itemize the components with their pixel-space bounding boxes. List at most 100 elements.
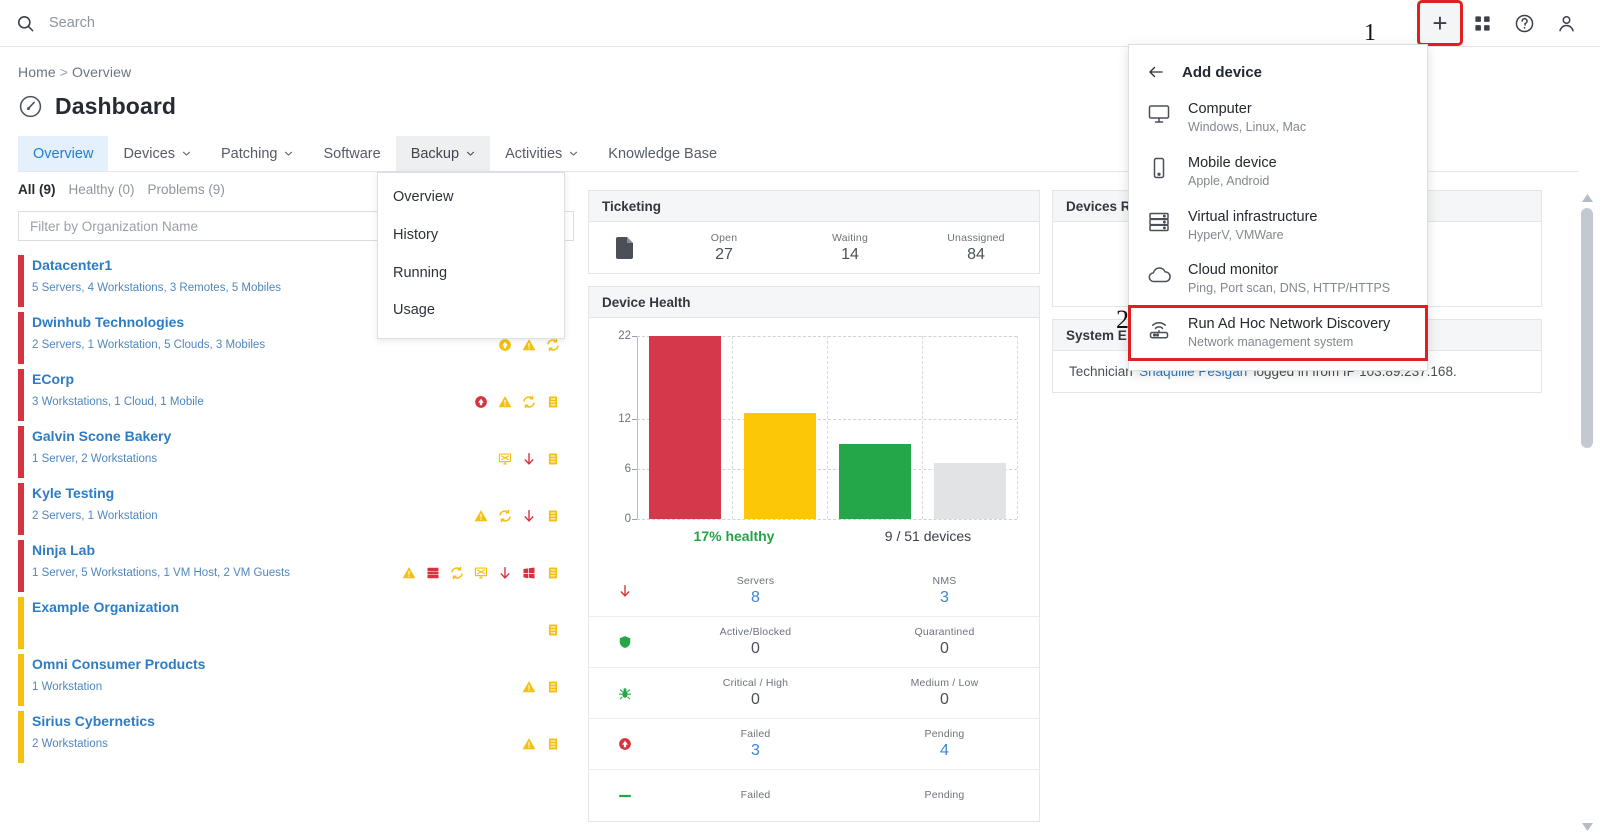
note-yellow-icon[interactable] — [546, 680, 560, 694]
org-health-bar — [18, 711, 24, 763]
backup-menu-item-running[interactable]: Running — [378, 255, 564, 293]
monitor-off-yellow-icon[interactable] — [474, 566, 488, 580]
page-scrollbar[interactable] — [1578, 190, 1596, 835]
global-search[interactable] — [0, 0, 1420, 46]
stat-value[interactable]: 3 — [661, 742, 850, 760]
scrollbar-thumb[interactable] — [1581, 208, 1593, 448]
stat-value: 14 — [787, 246, 913, 264]
user-account-icon — [1556, 13, 1577, 34]
sync-yellow-icon[interactable] — [546, 338, 560, 352]
chip-healthy[interactable]: Healthy (0) — [69, 182, 135, 197]
down-arrow-red-icon[interactable] — [498, 566, 512, 580]
chart-bar[interactable] — [649, 336, 721, 519]
chart-bar[interactable] — [744, 413, 816, 519]
tab-activities[interactable]: Activities — [490, 136, 593, 171]
gauge-icon — [18, 94, 43, 119]
note-yellow-icon[interactable] — [546, 566, 560, 580]
stat-value[interactable]: 3 — [850, 589, 1039, 607]
chevron-down-icon — [284, 149, 293, 158]
breadcrumb-home[interactable]: Home — [18, 64, 56, 80]
organization-row[interactable]: Galvin Scone Bakery 1 Server, 2 Workstati… — [18, 424, 574, 481]
warning-yellow-icon[interactable] — [522, 737, 536, 751]
add-device-option-virtual-infrastructure[interactable]: Virtual infrastructureHyperV, VMWare — [1129, 199, 1427, 253]
org-health-bar — [18, 312, 24, 364]
organization-status-icons — [522, 680, 574, 694]
warning-yellow-icon[interactable] — [522, 680, 536, 694]
tab-knowledge-base[interactable]: Knowledge Base — [593, 136, 732, 171]
chart-bar[interactable] — [934, 463, 1006, 519]
organization-row[interactable]: Example Organization — [18, 595, 574, 652]
tab-overview[interactable]: Overview — [18, 136, 108, 171]
organization-row[interactable]: Kyle Testing2 Servers, 1 Workstation — [18, 481, 574, 538]
stat-label: Servers — [661, 575, 850, 587]
note-yellow-icon[interactable] — [546, 395, 560, 409]
organization-row[interactable]: Sirius Cybernetics 2 Workstations — [18, 709, 574, 766]
organization-name[interactable]: Kyle Testing — [32, 481, 574, 505]
org-health-bar — [18, 540, 24, 592]
scrollbar-track[interactable] — [1581, 208, 1593, 448]
tab-devices[interactable]: Devices — [108, 136, 206, 171]
organization-name[interactable]: Sirius Cybernetics — [32, 709, 574, 733]
update-up-red-icon[interactable] — [474, 395, 488, 409]
warning-yellow-icon[interactable] — [474, 509, 488, 523]
apps-button[interactable] — [1462, 3, 1502, 43]
organization-name[interactable]: Example Organization — [32, 595, 574, 619]
tab-software[interactable]: Software — [308, 136, 395, 171]
chip-problems[interactable]: Problems (9) — [148, 182, 225, 197]
windows-red-icon[interactable] — [522, 566, 536, 580]
sync-yellow-icon[interactable] — [450, 566, 464, 580]
monitor-off-yellow-icon[interactable] — [498, 452, 512, 466]
add-device-option-computer[interactable]: ComputerWindows, Linux, Mac — [1129, 91, 1427, 145]
organization-row[interactable]: ECorp3 Workstations, 1 Cloud, 1 Mobile — [18, 367, 574, 424]
stat-value: 0 — [850, 691, 1039, 709]
chart-bar[interactable] — [839, 444, 911, 519]
warning-yellow-icon[interactable] — [402, 566, 416, 580]
down-arrow-red-icon[interactable] — [522, 452, 536, 466]
organization-device-summary: 2 Workstations — [32, 738, 108, 750]
stat-value[interactable]: 8 — [661, 589, 850, 607]
backup-menu-item-history[interactable]: History — [378, 217, 564, 255]
sync-yellow-icon[interactable] — [522, 395, 536, 409]
backup-menu-item-overview[interactable]: Overview — [378, 179, 564, 217]
stat-cell: Critical / High0 — [661, 677, 850, 709]
organization-meta-row: 2 Servers, 1 Workstation — [32, 505, 574, 527]
organization-name[interactable]: ECorp — [32, 367, 574, 391]
note-yellow-icon[interactable] — [546, 623, 560, 637]
tab-patching[interactable]: Patching — [206, 136, 308, 171]
down-arrow-red-icon[interactable] — [522, 509, 536, 523]
add-device-items: ComputerWindows, Linux, MacMobile device… — [1129, 91, 1427, 360]
organization-device-summary: 1 Server, 2 Workstations — [32, 453, 157, 465]
backup-menu-item-usage[interactable]: Usage — [378, 292, 564, 330]
organization-name[interactable]: Ninja Lab — [32, 538, 574, 562]
scroll-up-arrow-icon[interactable] — [1578, 190, 1596, 206]
organization-name[interactable]: Galvin Scone Bakery — [32, 424, 574, 448]
warning-yellow-icon[interactable] — [522, 338, 536, 352]
tab-backup[interactable]: Backup — [396, 136, 490, 171]
scroll-down-arrow-icon[interactable] — [1578, 819, 1596, 835]
warning-yellow-icon[interactable] — [498, 395, 512, 409]
add-device-option-cloud-monitor[interactable]: Cloud monitorPing, Port scan, DNS, HTTP/… — [1129, 252, 1427, 306]
note-yellow-icon[interactable] — [546, 737, 560, 751]
stat-label: Failed — [661, 728, 850, 740]
add-device-option-network-discovery[interactable]: Run Ad Hoc Network DiscoveryNetwork mana… — [1129, 306, 1427, 360]
stat-cell: Active/Blocked0 — [661, 626, 850, 658]
stat-value[interactable]: 4 — [850, 742, 1039, 760]
add-device-option-mobile-device[interactable]: Mobile deviceApple, Android — [1129, 145, 1427, 199]
sync-yellow-icon[interactable] — [498, 509, 512, 523]
stat-label: Waiting — [787, 232, 913, 244]
add-device-button[interactable]: + — [1420, 3, 1460, 43]
organization-row[interactable]: Ninja Lab1 Server, 5 Workstations, 1 VM … — [18, 538, 574, 595]
account-button[interactable] — [1546, 3, 1586, 43]
chip-all[interactable]: All (9) — [18, 182, 56, 197]
organization-row[interactable]: Omni Consumer Products1 Workstation — [18, 652, 574, 709]
help-button[interactable] — [1504, 3, 1544, 43]
organization-name[interactable]: Omni Consumer Products — [32, 652, 574, 676]
note-yellow-icon[interactable] — [546, 452, 560, 466]
update-up-yellow-icon[interactable] — [498, 338, 512, 352]
ticketing-stats-row: Open 27 Waiting 14 Unassigned 84 — [589, 222, 1039, 273]
note-yellow-icon[interactable] — [546, 509, 560, 523]
org-health-bar — [18, 426, 24, 478]
arrow-left-icon[interactable] — [1147, 63, 1165, 81]
server-red-icon[interactable] — [426, 566, 440, 580]
search-input[interactable] — [49, 8, 469, 38]
